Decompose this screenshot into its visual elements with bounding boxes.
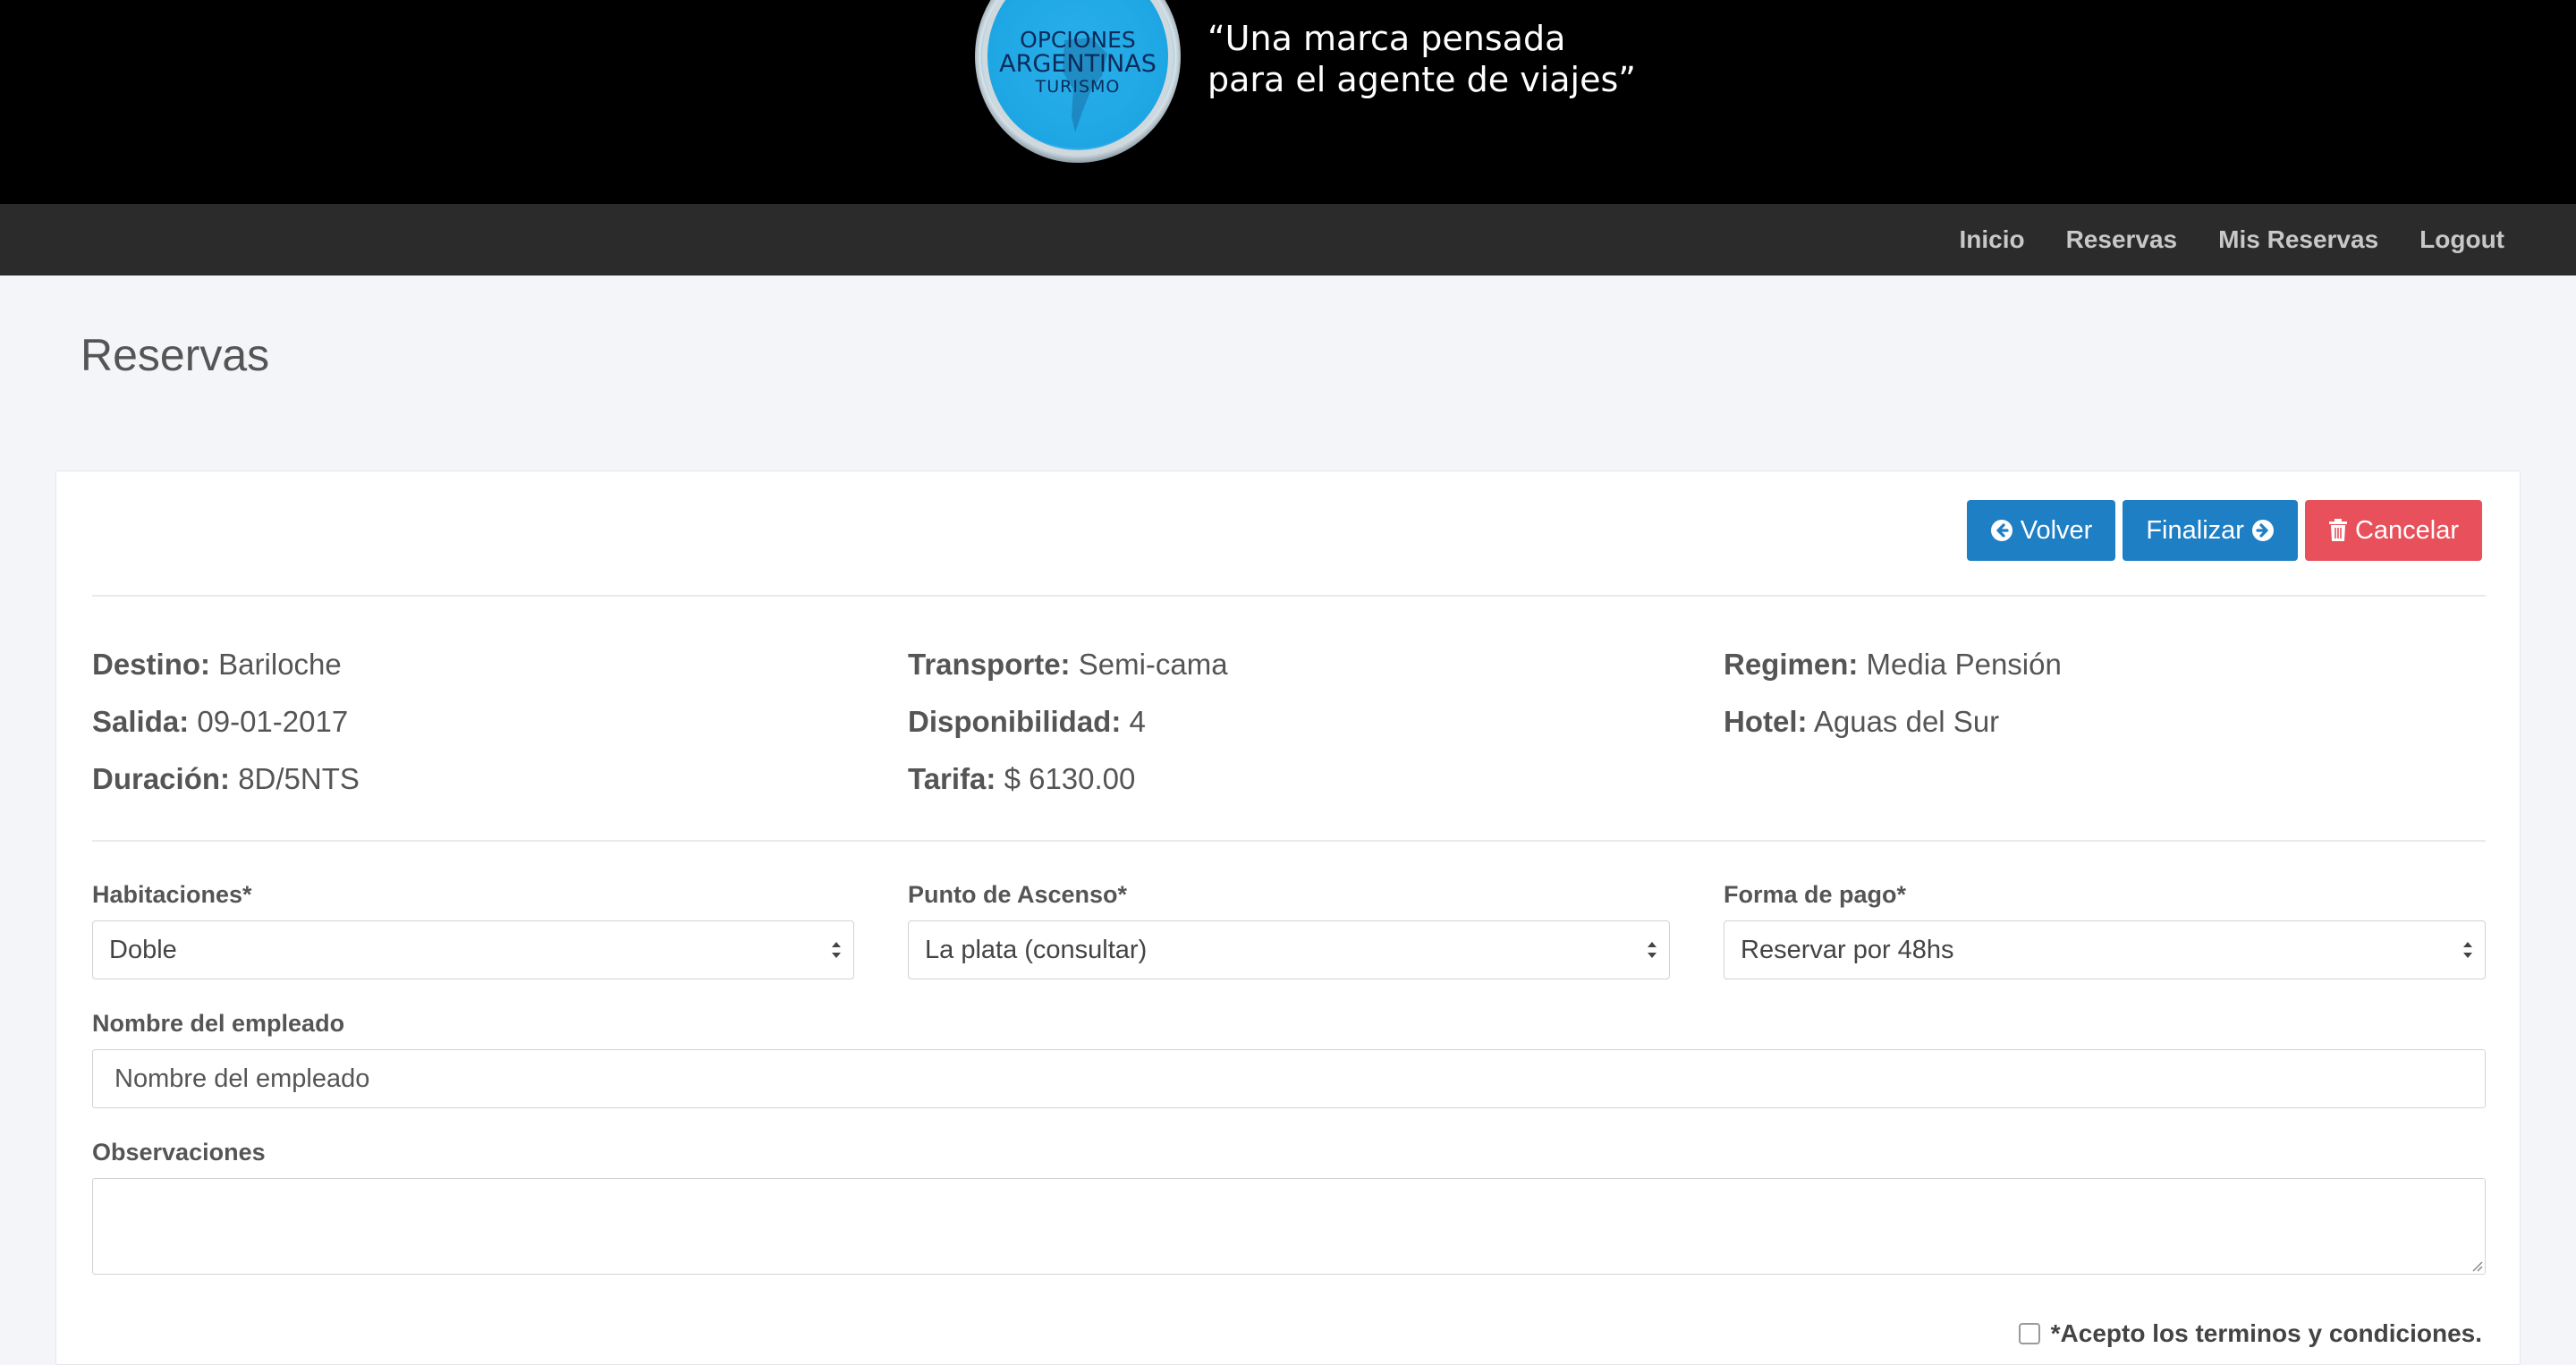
header-banner: OPCIONES ARGENTINAS TURISMO “Una marca p… [0, 0, 2576, 204]
info-regimen-value: Media Pensión [1866, 648, 2062, 681]
habitaciones-label: Habitaciones* [92, 881, 252, 908]
resize-handle-icon[interactable] [2470, 1259, 2483, 1272]
main-navbar: Inicio Reservas Mis Reservas Logout [0, 204, 2576, 276]
reservation-card: Volver Finalizar Cancelar Destino: Baril… [55, 471, 2521, 1365]
info-column-3: Regimen: Media Pensión Hotel: Aguas del … [1724, 636, 2062, 750]
divider-middle [92, 840, 2486, 842]
cancel-button-label: Cancelar [2354, 515, 2459, 545]
arrow-circle-left-icon [1990, 520, 2012, 541]
tagline-line1: “Una marca pensada [1208, 19, 1566, 58]
habitaciones-select[interactable]: Doble [92, 920, 854, 979]
nav-links: Inicio Reservas Mis Reservas Logout [1959, 204, 2504, 276]
nav-item-inicio[interactable]: Inicio [1959, 225, 2024, 254]
info-destino: Destino: Bariloche [92, 636, 360, 693]
info-disponibilidad-label: Disponibilidad: [908, 705, 1122, 738]
habitaciones-value: Doble [109, 936, 177, 964]
empleado-input[interactable]: Nombre del empleado [92, 1049, 2486, 1108]
nav-item-reservas[interactable]: Reservas [2066, 225, 2178, 254]
forma-pago-value: Reservar por 48hs [1741, 936, 1954, 964]
trash-icon [2328, 519, 2347, 541]
select-arrows-icon [2463, 942, 2472, 958]
back-button[interactable]: Volver [1966, 500, 2116, 561]
punto-ascenso-label: Punto de Ascenso* [908, 881, 1128, 908]
empleado-label: Nombre del empleado [92, 1010, 345, 1037]
nav-item-mis-reservas[interactable]: Mis Reservas [2218, 225, 2378, 254]
info-hotel-label: Hotel: [1724, 705, 1808, 738]
arrow-circle-right-icon [2251, 520, 2274, 541]
logo-text-line2: ARGENTINAS [999, 50, 1157, 78]
info-column-2: Transporte: Semi-cama Disponibilidad: 4 … [908, 636, 1228, 808]
info-regimen: Regimen: Media Pensión [1724, 636, 2062, 693]
punto-ascenso-value: La plata (consultar) [925, 936, 1148, 964]
info-duracion: Duración: 8D/5NTS [92, 750, 360, 808]
info-transporte: Transporte: Semi-cama [908, 636, 1228, 693]
info-disponibilidad: Disponibilidad: 4 [908, 693, 1228, 750]
back-button-label: Volver [2020, 515, 2093, 545]
finish-button-label: Finalizar [2146, 515, 2244, 545]
info-tarifa: Tarifa: $ 6130.00 [908, 750, 1228, 808]
terms-label[interactable]: *Acepto los terminos y condiciones. [2051, 1319, 2482, 1348]
info-regimen-label: Regimen: [1724, 648, 1859, 681]
forma-pago-select[interactable]: Reservar por 48hs [1724, 920, 2486, 979]
terms-checkbox[interactable] [2018, 1323, 2040, 1344]
info-column-1: Destino: Bariloche Salida: 09-01-2017 Du… [92, 636, 360, 808]
finish-button[interactable]: Finalizar [2123, 500, 2298, 561]
info-hotel-value: Aguas del Sur [1813, 705, 2000, 738]
page-title: Reservas [80, 330, 270, 380]
info-duracion-label: Duración: [92, 762, 231, 795]
info-destino-value: Bariloche [218, 648, 342, 681]
observaciones-textarea[interactable] [92, 1178, 2486, 1275]
info-hotel: Hotel: Aguas del Sur [1724, 693, 2062, 750]
cancel-button[interactable]: Cancelar [2304, 500, 2482, 561]
info-destino-label: Destino: [92, 648, 210, 681]
tagline: “Una marca pensada para el agente de via… [1208, 18, 1636, 100]
action-buttons: Volver Finalizar Cancelar [1966, 500, 2482, 561]
info-transporte-label: Transporte: [908, 648, 1071, 681]
info-salida: Salida: 09-01-2017 [92, 693, 360, 750]
observaciones-label: Observaciones [92, 1139, 266, 1166]
info-disponibilidad-value: 4 [1129, 705, 1146, 738]
punto-ascenso-select[interactable]: La plata (consultar) [908, 920, 1670, 979]
info-transporte-value: Semi-cama [1078, 648, 1228, 681]
logo-text-line3: TURISMO [1035, 77, 1121, 97]
forma-pago-label: Forma de pago* [1724, 881, 1907, 908]
logo-text-line1: OPCIONES [1020, 27, 1136, 53]
terms-row: *Acepto los terminos y condiciones. [2018, 1319, 2482, 1348]
empleado-placeholder: Nombre del empleado [114, 1064, 370, 1093]
info-duracion-value: 8D/5NTS [238, 762, 360, 795]
info-salida-label: Salida: [92, 705, 190, 738]
select-arrows-icon [1648, 942, 1657, 958]
info-salida-value: 09-01-2017 [197, 705, 349, 738]
tagline-line2: para el agente de viajes” [1208, 60, 1636, 99]
divider-top [92, 595, 2486, 597]
info-tarifa-label: Tarifa: [908, 762, 996, 795]
nav-item-logout[interactable]: Logout [2419, 225, 2504, 254]
info-tarifa-value: $ 6130.00 [1004, 762, 1136, 795]
select-arrows-icon [832, 942, 841, 958]
